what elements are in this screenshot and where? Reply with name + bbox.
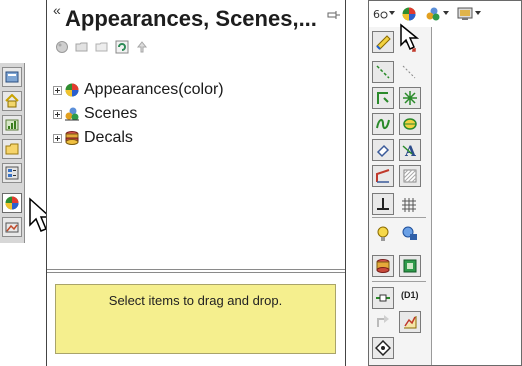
decal-icon bbox=[376, 259, 390, 273]
task-pane-tabs-area bbox=[0, 0, 46, 366]
tab-property-manager[interactable] bbox=[2, 91, 22, 111]
sketch-chart-button[interactable] bbox=[399, 311, 421, 333]
bulb-icon[interactable] bbox=[375, 225, 391, 243]
drop-hint-text: Select items to drag and drop. bbox=[108, 293, 283, 308]
mouse-cursor-icon bbox=[400, 23, 420, 51]
d1-label[interactable]: (D1) bbox=[401, 290, 419, 300]
fill-button[interactable] bbox=[399, 113, 421, 135]
pane-border-right bbox=[345, 0, 346, 366]
configuration-manager-icon bbox=[5, 119, 19, 131]
task-pane-window: « Appearances, Scenes,... Appearances(co… bbox=[0, 0, 354, 366]
base-datum-icon bbox=[377, 198, 389, 210]
note-icon: A bbox=[402, 144, 417, 158]
edge-icon bbox=[376, 169, 390, 183]
decal-stack-icon bbox=[65, 131, 79, 145]
tab-appearances[interactable] bbox=[2, 193, 22, 213]
tab-feature-manager[interactable] bbox=[2, 67, 22, 87]
spline-icon bbox=[376, 118, 390, 130]
decal-button[interactable] bbox=[372, 255, 394, 277]
appearances-icon bbox=[5, 196, 19, 210]
fill-icon bbox=[403, 118, 417, 130]
top-toolbar: 6 bbox=[369, 1, 521, 27]
centerline-icon bbox=[376, 65, 390, 79]
construction-line-icon[interactable] bbox=[401, 64, 417, 80]
weld-bead-icon bbox=[376, 144, 390, 158]
layout-icon bbox=[403, 259, 417, 273]
expand-icon[interactable] bbox=[53, 85, 62, 95]
pane-toolbar bbox=[55, 40, 149, 56]
grid-icon[interactable] bbox=[401, 197, 417, 213]
smart-dimension-icon bbox=[376, 35, 391, 50]
task-pane-tab-strip bbox=[0, 63, 25, 243]
drop-area[interactable]: Select items to drag and drop. bbox=[55, 284, 336, 354]
view-orient-button[interactable] bbox=[372, 337, 394, 359]
separator bbox=[372, 217, 426, 218]
refresh-icon[interactable] bbox=[115, 40, 129, 54]
pane-splitter[interactable] bbox=[47, 269, 345, 270]
svg-text:A: A bbox=[404, 144, 417, 158]
pin-icon[interactable] bbox=[327, 8, 341, 22]
plane-icon bbox=[403, 91, 417, 105]
hatch-icon bbox=[403, 169, 417, 183]
sketch-chart-icon bbox=[404, 316, 417, 329]
scene-icon bbox=[65, 107, 79, 121]
design-library-icon bbox=[5, 143, 19, 155]
appearances-pane: « Appearances, Scenes,... Appearances(co… bbox=[47, 0, 345, 366]
scene-icon[interactable] bbox=[425, 6, 441, 22]
expand-icon[interactable] bbox=[53, 109, 62, 119]
appearance-tree-icon[interactable] bbox=[55, 40, 69, 54]
smart-mate-icon[interactable] bbox=[375, 313, 391, 329]
dropdown-arrow-icon[interactable] bbox=[443, 11, 449, 16]
centerline-button[interactable] bbox=[372, 61, 394, 83]
tab-configuration-manager[interactable] bbox=[2, 115, 22, 135]
expand-icon[interactable] bbox=[53, 133, 62, 143]
plane-button[interactable] bbox=[399, 87, 421, 109]
note-button[interactable]: A bbox=[399, 139, 421, 161]
toolbar-flyout-window: 6 A (D1) bbox=[368, 0, 522, 366]
dropdown-arrow-icon[interactable] bbox=[389, 11, 395, 16]
pane-title: Appearances, Scenes,... bbox=[65, 6, 317, 31]
convert-entities-icon bbox=[377, 92, 389, 104]
convert-entities-button[interactable] bbox=[372, 87, 394, 109]
custom-properties-icon bbox=[5, 222, 19, 233]
layout-button[interactable] bbox=[399, 255, 421, 277]
separator bbox=[372, 281, 426, 282]
collapse-pane-icon[interactable]: « bbox=[53, 2, 61, 18]
base-datum-button[interactable] bbox=[372, 193, 394, 215]
color-ball-icon bbox=[65, 83, 79, 97]
house-icon bbox=[5, 94, 19, 108]
spline-button[interactable] bbox=[372, 113, 394, 135]
tree-item-scenes[interactable]: Scenes bbox=[53, 102, 224, 126]
tab-file-explorer[interactable] bbox=[2, 163, 22, 183]
tree-item-label: Decals bbox=[84, 129, 133, 146]
folder-icon[interactable] bbox=[95, 40, 109, 54]
hatch-button[interactable] bbox=[399, 165, 421, 187]
dim-input-icon bbox=[376, 294, 390, 302]
dimension-icon[interactable]: 6 bbox=[373, 7, 389, 21]
tree-item-decals[interactable]: Decals bbox=[53, 126, 224, 150]
weld-bead-button[interactable] bbox=[372, 139, 394, 161]
smart-dimension-button[interactable] bbox=[372, 31, 394, 53]
display-icon[interactable] bbox=[457, 6, 473, 22]
open-folder-icon[interactable] bbox=[75, 40, 89, 54]
dim-input-button[interactable] bbox=[372, 287, 394, 309]
pane-splitter-edge bbox=[47, 272, 345, 273]
dropdown-arrow-icon[interactable] bbox=[475, 11, 481, 16]
tab-custom-properties[interactable] bbox=[2, 217, 22, 237]
feature-manager-icon bbox=[5, 71, 19, 83]
tab-design-library[interactable] bbox=[2, 139, 22, 159]
view-orient-icon bbox=[375, 340, 391, 356]
sketch-flyout: A (D1) bbox=[369, 27, 432, 365]
tree-item-label: Scenes bbox=[84, 105, 138, 122]
edge-button[interactable] bbox=[372, 165, 394, 187]
appearance-ball-icon[interactable] bbox=[401, 6, 417, 22]
file-explorer-icon bbox=[5, 166, 19, 180]
appearances-tree: Appearances(color) Scenes Decals bbox=[53, 78, 224, 150]
tree-item-appearances[interactable]: Appearances(color) bbox=[53, 78, 224, 102]
up-arrow-icon[interactable] bbox=[135, 40, 149, 54]
svg-text:6: 6 bbox=[373, 8, 380, 21]
camera-icon[interactable] bbox=[401, 225, 419, 243]
tree-item-label: Appearances(color) bbox=[84, 81, 224, 98]
